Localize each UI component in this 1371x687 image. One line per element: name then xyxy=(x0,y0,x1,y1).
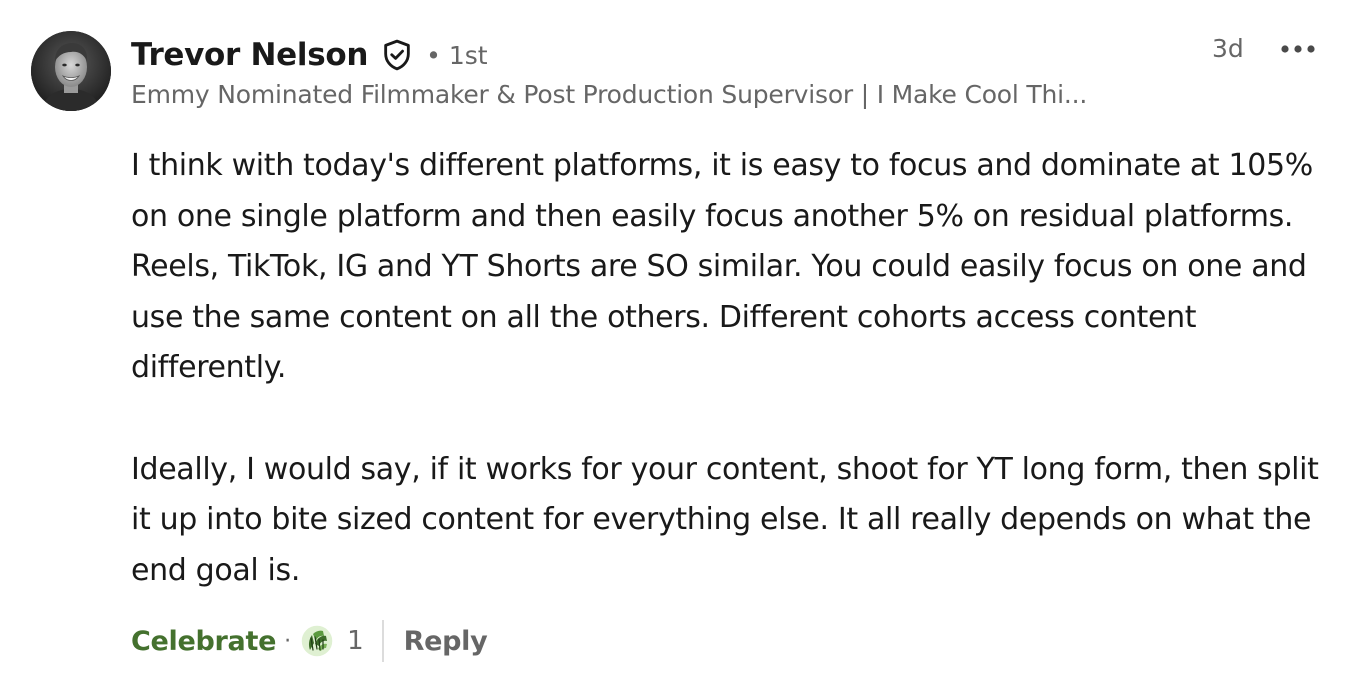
author-name[interactable]: Trevor Nelson xyxy=(131,37,368,73)
connection-degree: • 1st xyxy=(426,40,488,70)
comment-paragraph-1: I think with today's different platforms… xyxy=(131,148,1313,385)
shield-check-icon xyxy=(380,38,414,72)
author-row: Trevor Nelson • 1st xyxy=(131,32,488,78)
comment-actions: Celebrate · 1 Reply xyxy=(131,616,488,666)
ellipsis-icon xyxy=(1281,45,1315,53)
timestamp: 3d xyxy=(1212,34,1244,63)
reply-button[interactable]: Reply xyxy=(404,626,488,657)
separator-dot: · xyxy=(284,628,292,654)
more-options-button[interactable] xyxy=(1276,34,1320,64)
comment-body: I think with today's different platforms… xyxy=(131,141,1331,596)
celebrate-button[interactable]: Celebrate xyxy=(131,626,276,657)
action-divider xyxy=(381,620,384,662)
comment: Trevor Nelson • 1st Emmy Nominated Filmm… xyxy=(0,0,1371,687)
avatar[interactable] xyxy=(31,31,111,111)
celebrate-icon[interactable] xyxy=(299,623,335,659)
author-headline: Emmy Nominated Filmmaker & Post Producti… xyxy=(131,80,1088,109)
comment-paragraph-2: Ideally, I would say, if it works for yo… xyxy=(131,451,1319,588)
avatar-photo xyxy=(31,31,111,111)
reaction-count[interactable]: 1 xyxy=(347,626,364,656)
